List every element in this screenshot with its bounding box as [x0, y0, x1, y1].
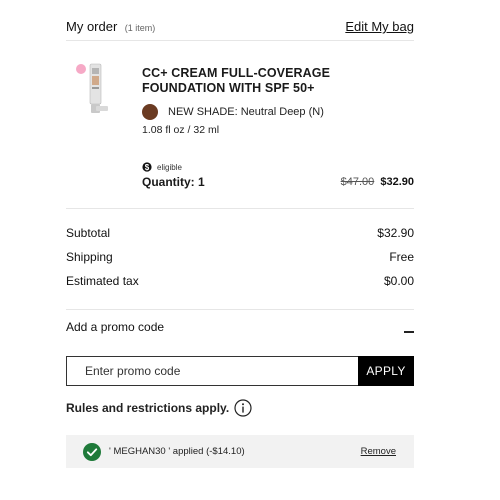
subtotal-row: Subtotal $32.90: [66, 226, 414, 240]
eligible-badge: $ eligible: [142, 162, 182, 172]
promo-toggle-label: Add a promo code: [66, 320, 165, 334]
tax-label: Estimated tax: [66, 274, 139, 288]
product-size: 1.08 fl oz / 32 ml: [142, 124, 220, 136]
rules-row: Rules and restrictions apply.: [66, 399, 252, 417]
subtotal-label: Subtotal: [66, 226, 111, 240]
order-title: My order: [66, 19, 118, 34]
svg-text:$: $: [145, 163, 150, 172]
remove-promo-link[interactable]: Remove: [361, 446, 396, 457]
edit-bag-link[interactable]: Edit My bag: [345, 19, 414, 34]
product-image[interactable]: [74, 62, 114, 116]
product-divider: [66, 208, 414, 209]
sale-price: $32.90: [380, 176, 414, 188]
order-title-group: My order (1 item): [66, 18, 155, 36]
quantity-label: Quantity: 1: [142, 175, 205, 189]
tax-value: $0.00: [383, 274, 414, 288]
promo-code-input[interactable]: [66, 356, 358, 386]
info-icon[interactable]: [234, 399, 252, 417]
product-name[interactable]: CC+ CREAM FULL-COVERAGE FOUNDATION WITH …: [142, 66, 412, 96]
summary-divider: [66, 309, 414, 310]
tax-row: Estimated tax $0.00: [66, 274, 414, 288]
eligible-label: eligible: [157, 162, 182, 172]
order-header: My order (1 item) Edit My bag: [66, 18, 414, 38]
check-circle-icon: [83, 442, 101, 461]
shade-label: NEW SHADE: Neutral Deep (N): [168, 106, 324, 118]
shipping-row: Shipping Free: [66, 250, 414, 264]
price: $47.00 $32.90: [341, 176, 414, 188]
shade-row: NEW SHADE: Neutral Deep (N): [142, 104, 324, 120]
original-price: $47.00: [340, 176, 375, 188]
applied-promo-text: ' MEGHAN30 ' applied (-$14.10): [109, 446, 245, 457]
subtotal-value: $32.90: [377, 226, 414, 240]
shipping-label: Shipping: [66, 250, 113, 264]
promo-toggle[interactable]: Add a promo code: [66, 320, 414, 334]
collapse-minus-icon[interactable]: [404, 331, 414, 333]
shipping-value: Free: [389, 250, 414, 264]
apply-button[interactable]: APPLY: [358, 356, 414, 386]
applied-promo-banner: ' MEGHAN30 ' applied (-$14.10) Remove: [66, 435, 414, 468]
rules-label: Rules and restrictions apply.: [66, 401, 230, 415]
header-divider: [66, 40, 414, 41]
order-item-count: (1 item): [124, 23, 156, 33]
shade-swatch: [142, 104, 158, 120]
dollar-icon: $: [142, 162, 152, 172]
